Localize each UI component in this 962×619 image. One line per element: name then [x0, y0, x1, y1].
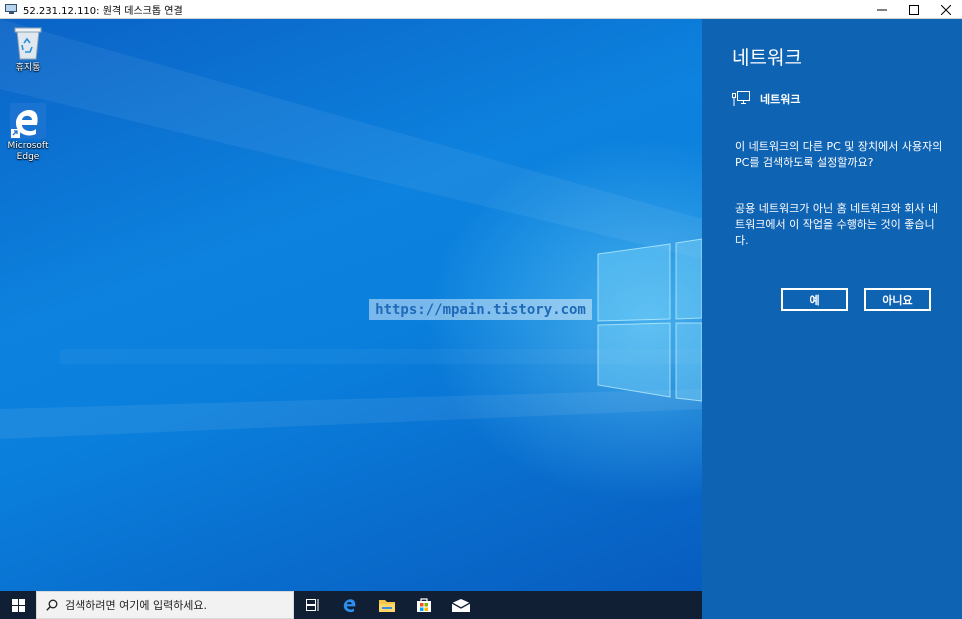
- watermark-text: https://mpain.tistory.com: [369, 299, 592, 320]
- discovery-recommendation: 공용 네트워크가 아닌 홈 네트워크와 회사 네트워크에서 이 작업을 수행하는…: [735, 202, 939, 247]
- network-ethernet-icon: [732, 91, 750, 106]
- search-icon: [46, 599, 58, 611]
- edge-icon: [343, 599, 355, 613]
- start-button[interactable]: [0, 591, 36, 619]
- no-button[interactable]: 아니요: [864, 288, 931, 311]
- recycle-bin-label: 휴지통: [15, 63, 41, 73]
- edge-icon: [10, 103, 46, 139]
- windows-start-icon: [11, 598, 25, 612]
- taskbar-search-box[interactable]: 검색하려면 여기에 입력하세요.: [36, 591, 294, 619]
- network-flyout: 네트워크 네트워크 이 네트워크의 다른 PC 및 장치에서 사용자의 PC를 …: [702, 19, 962, 619]
- wallpaper: [0, 19, 702, 439]
- file-explorer-icon: [378, 599, 395, 612]
- yes-button[interactable]: 예: [781, 288, 848, 311]
- maximize-icon: [909, 4, 919, 15]
- search-placeholder: 검색하려면 여기에 입력하세요.: [65, 599, 208, 612]
- mail-icon: [451, 598, 470, 612]
- network-name: 네트워크: [760, 93, 801, 106]
- minimize-button[interactable]: [866, 0, 898, 19]
- desktop[interactable]: 휴지통 Microsoft Edge https://mpain.tistory…: [0, 19, 702, 591]
- taskbar-store-button[interactable]: [405, 591, 442, 619]
- window-titlebar: 52.231.12.110: 원격 데스크톱 연결: [0, 0, 962, 19]
- taskbar: 검색하려면 여기에 입력하세요.: [0, 591, 702, 619]
- remote-desktop-icon: [5, 3, 19, 15]
- maximize-button[interactable]: [898, 0, 930, 19]
- store-icon: [416, 598, 431, 612]
- task-view-button[interactable]: [294, 591, 331, 619]
- taskbar-edge-button[interactable]: [331, 591, 368, 619]
- network-row: 네트워크: [732, 91, 800, 107]
- desktop-icon-edge[interactable]: Microsoft Edge: [0, 103, 56, 163]
- window-title: 52.231.12.110: 원격 데스크톱 연결: [23, 5, 183, 17]
- close-button[interactable]: [930, 0, 962, 19]
- close-icon: [941, 4, 951, 15]
- edge-label-line2: Edge: [16, 152, 40, 162]
- minimize-icon: [877, 9, 887, 10]
- taskbar-file-explorer-button[interactable]: [368, 591, 405, 619]
- discovery-question: 이 네트워크의 다른 PC 및 장치에서 사용자의 PC를 검색하도록 설정할까…: [735, 140, 943, 169]
- flyout-heading: 네트워크: [732, 47, 802, 69]
- edge-label-line1: Microsoft: [7, 141, 49, 151]
- desktop-icon-recycle-bin[interactable]: 휴지통: [0, 25, 56, 74]
- recycle-bin-icon: [14, 27, 42, 60]
- taskbar-mail-button[interactable]: [442, 591, 479, 619]
- task-view-icon: [305, 599, 318, 611]
